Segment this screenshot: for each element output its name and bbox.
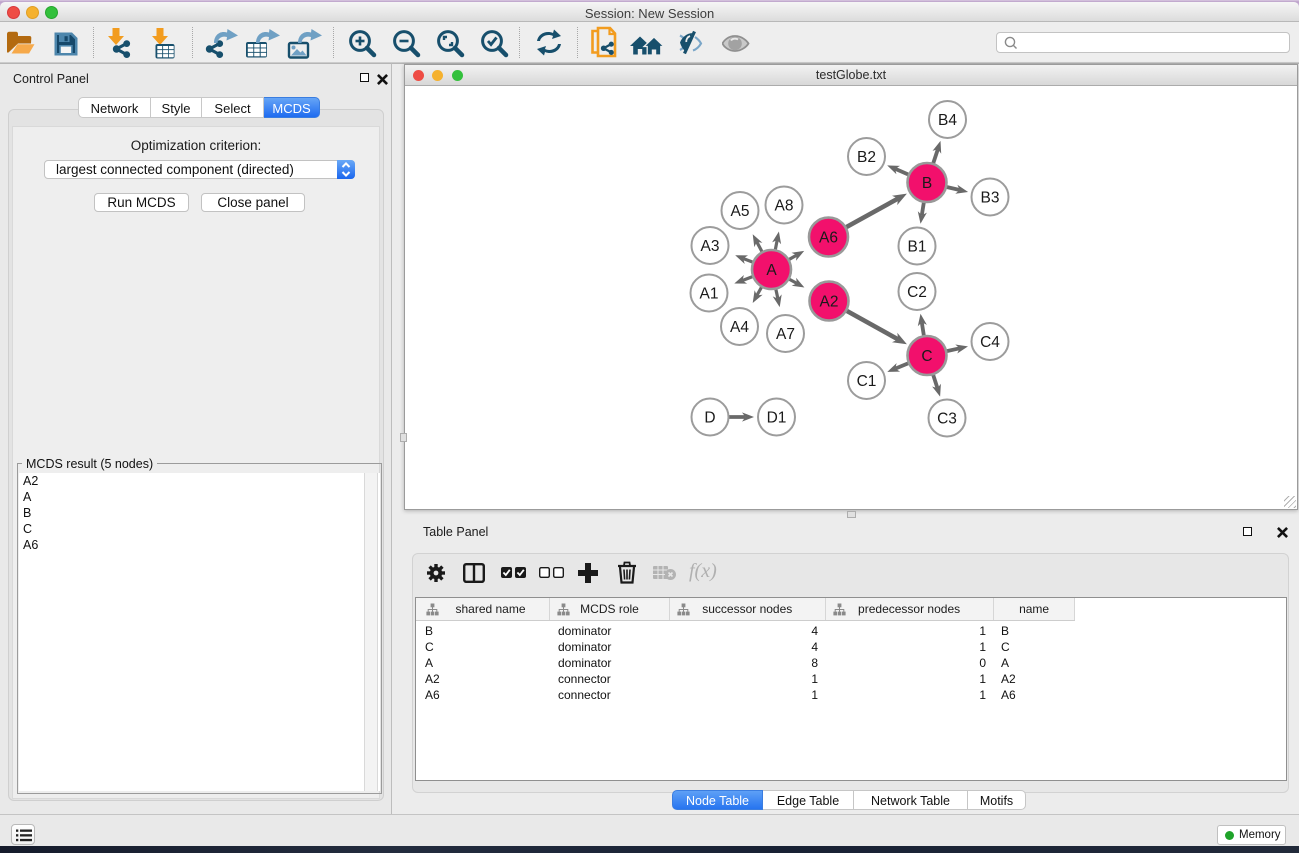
svg-text:A1: A1: [700, 285, 719, 302]
svg-text:A: A: [766, 262, 777, 279]
svg-text:C3: C3: [937, 410, 957, 427]
svg-text:B1: B1: [908, 238, 927, 255]
svg-text:B4: B4: [938, 112, 957, 129]
svg-text:A3: A3: [701, 238, 720, 255]
svg-text:C2: C2: [907, 284, 927, 301]
svg-text:D1: D1: [767, 409, 787, 426]
svg-text:C4: C4: [980, 334, 1000, 351]
svg-text:B: B: [922, 175, 932, 192]
svg-text:B2: B2: [857, 149, 876, 166]
svg-text:A6: A6: [819, 229, 838, 246]
svg-text:A5: A5: [731, 203, 750, 220]
svg-text:A8: A8: [775, 197, 794, 214]
svg-text:A7: A7: [776, 326, 795, 343]
svg-text:C: C: [921, 348, 932, 365]
svg-text:B3: B3: [981, 189, 1000, 206]
svg-text:C1: C1: [857, 373, 877, 390]
svg-text:D: D: [704, 409, 715, 426]
svg-text:A4: A4: [730, 319, 749, 336]
svg-text:A2: A2: [820, 293, 839, 310]
